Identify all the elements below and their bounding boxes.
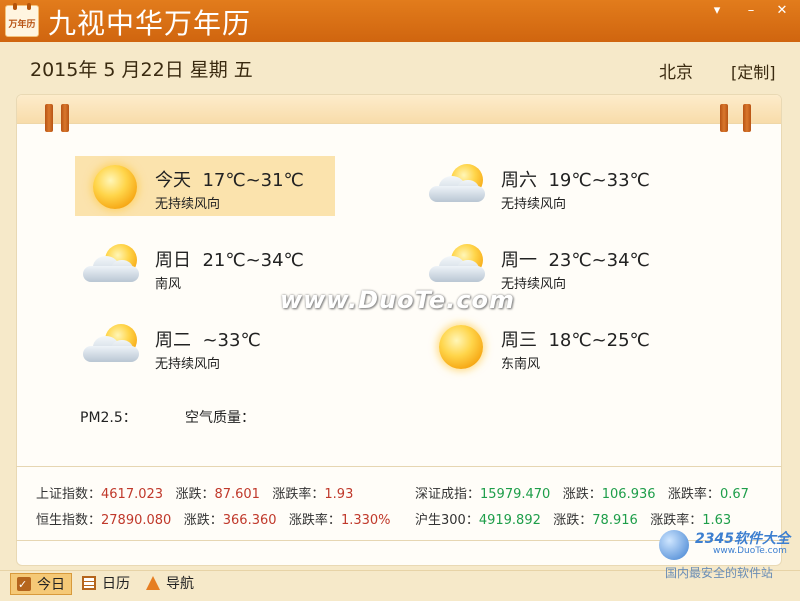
- app-calendar-icon: 万年历: [5, 3, 39, 37]
- sunny-icon: [439, 325, 483, 369]
- minimize-button[interactable]: –: [740, 2, 762, 20]
- app-icon-text: 万年历: [8, 20, 36, 30]
- forecast-temp: 18℃~25℃: [548, 330, 650, 351]
- forecast-day: 周二: [155, 330, 191, 351]
- stock-row-shanghai: 上证指数：4617.023 涨跌：87.601 涨跌率：1.93: [36, 487, 354, 502]
- air-quality-label: 空气质量：: [185, 410, 255, 426]
- stock-row-hangseng: 恒生指数：27890.080 涨跌：366.360 涨跌率：1.330%: [36, 513, 391, 528]
- globe-icon: [659, 530, 689, 560]
- stock-row-csi300: 沪生300：4919.892 涨跌：78.916 涨跌率：1.63: [415, 513, 732, 528]
- tab-navigation[interactable]: 导航: [146, 573, 212, 595]
- app-title: 九视中华万年历: [48, 7, 252, 40]
- forecast-item[interactable]: 周六 19℃~33℃ 无持续风向: [421, 156, 681, 216]
- close-button[interactable]: ✕: [771, 2, 793, 20]
- forecast-item[interactable]: 周三 18℃~25℃ 东南风: [421, 316, 681, 376]
- binder-clip: [61, 104, 69, 132]
- forecast-temp: ~33℃: [202, 330, 261, 351]
- partly-cloudy-icon: [81, 242, 143, 290]
- binder-clip: [743, 104, 751, 132]
- forecast-day: 周三: [501, 330, 537, 351]
- sunny-icon: [93, 165, 137, 209]
- city-name[interactable]: 北京: [659, 58, 693, 83]
- forecast-wind: 东南风: [501, 357, 541, 372]
- customize-link[interactable]: [定制]: [731, 59, 776, 83]
- forecast-today[interactable]: 今天 17℃~31℃ 无持续风向: [75, 156, 335, 216]
- tab-calendar[interactable]: 日历: [82, 573, 148, 595]
- binder-clip: [45, 104, 53, 132]
- pm25-label: PM2.5：: [80, 410, 137, 426]
- forecast-day: 周六: [501, 170, 537, 191]
- brand-watermark: 2345软件大全 www.DuoTe.com 国内最安全的软件站: [655, 528, 800, 588]
- forecast-wind: 无持续风向: [155, 197, 221, 212]
- forecast-day: 周一: [501, 250, 537, 271]
- partly-cloudy-icon: [427, 242, 489, 290]
- menu-dropdown-button[interactable]: ▾: [706, 2, 728, 20]
- forecast-wind: 无持续风向: [501, 197, 567, 212]
- stock-row-shenzhen: 深证成指：15979.470 涨跌：106.936 涨跌率：0.67: [415, 487, 749, 502]
- forecast-wind: 无持续风向: [155, 357, 221, 372]
- forecast-temp: 21℃~34℃: [202, 250, 304, 271]
- forecast-temp: 23℃~34℃: [548, 250, 650, 271]
- today-icon: [17, 574, 31, 596]
- forecast-temp: 17℃~31℃: [202, 170, 304, 191]
- divider: [16, 466, 782, 467]
- brand-url: www.DuoTe.com: [713, 546, 787, 556]
- forecast-temp: 19℃~33℃: [548, 170, 650, 191]
- calendar-icon: [82, 576, 96, 590]
- forecast-wind: 南风: [155, 277, 182, 292]
- watermark-text: www.DuoTe.com: [280, 286, 515, 314]
- partly-cloudy-icon: [81, 322, 143, 370]
- partly-cloudy-icon: [427, 162, 489, 210]
- card-header-strip: [17, 95, 781, 124]
- forecast-item[interactable]: 周二 ~33℃ 无持续风向: [75, 316, 335, 376]
- current-date: 2015年 5 月22日 星期 五: [30, 59, 253, 81]
- brand-logo: 2345软件大全: [695, 531, 790, 547]
- forecast-day: 今天: [155, 170, 191, 191]
- binder-clip: [720, 104, 728, 132]
- tab-today[interactable]: 今日: [10, 573, 72, 596]
- forecast-day: 周日: [155, 250, 191, 271]
- brand-slogan: 国内最安全的软件站: [665, 566, 774, 580]
- navigation-icon: [146, 576, 160, 590]
